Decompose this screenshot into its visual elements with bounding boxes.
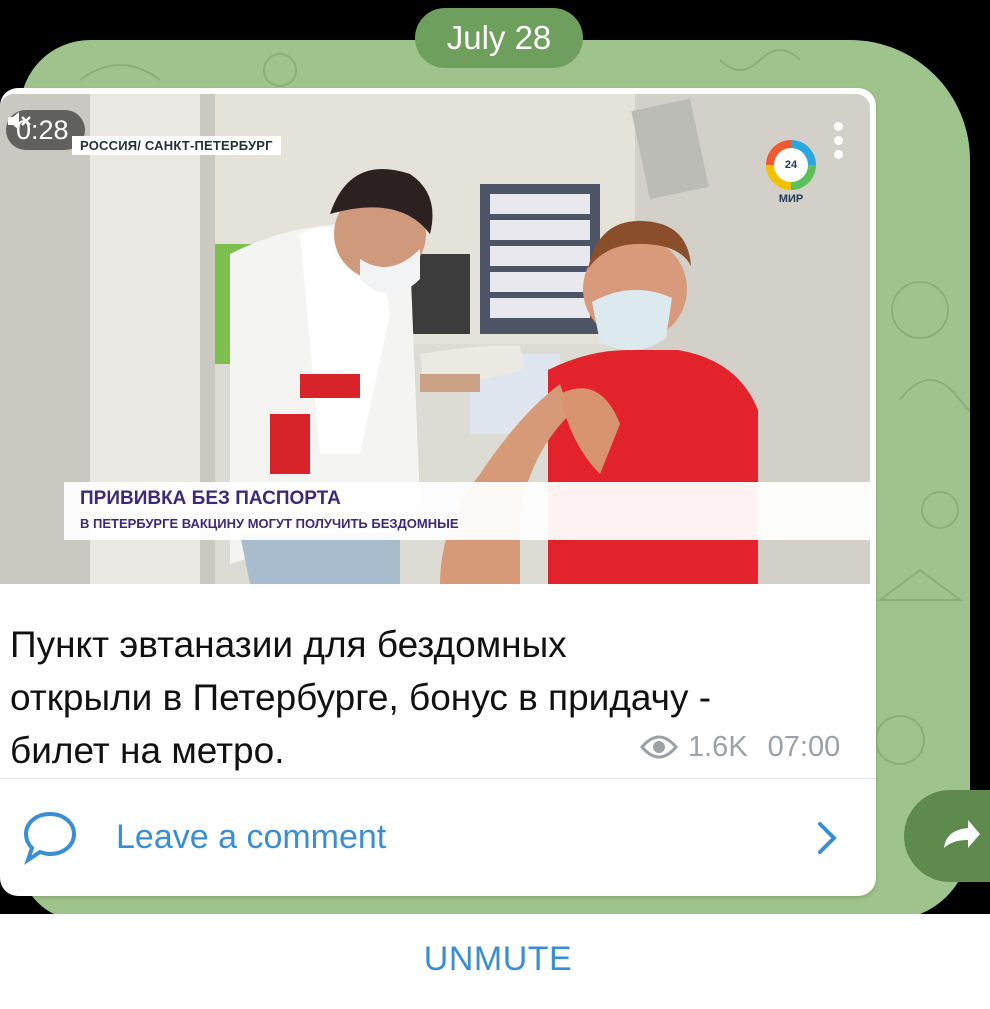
date-separator: July 28	[415, 8, 583, 68]
post-meta: 1.6K 07:00	[640, 727, 840, 767]
channel-logo-label: 24 МИР	[774, 148, 808, 205]
unmute-button[interactable]: UNMUTE	[0, 940, 990, 979]
eye-icon	[640, 735, 678, 759]
news-subline: В ПЕТЕРБУРГЕ ВАКЦИНУ МОГУТ ПОЛУЧИТЬ БЕЗД…	[80, 516, 459, 531]
location-tag: РОССИЯ/ САНКТ-ПЕТЕРБУРГ	[72, 136, 281, 155]
mute-icon[interactable]	[6, 110, 32, 132]
menu-dots-icon[interactable]	[828, 122, 848, 164]
leave-comment-label: Leave a comment	[116, 818, 387, 856]
leave-comment-button[interactable]: Leave a comment	[0, 800, 876, 874]
view-count: 1.6K	[688, 730, 748, 763]
news-headline: ПРИВИВКА БЕЗ ПАСПОРТА	[80, 488, 341, 509]
channel-logo: 24 МИР	[766, 140, 816, 205]
news-lower-third: ПРИВИВКА БЕЗ ПАСПОРТА В ПЕТЕРБУРГЕ ВАКЦИ…	[64, 482, 870, 540]
video-player[interactable]: 0:28 РОССИЯ/ САНКТ-ПЕТЕРБУРГ 24 МИР ПРИВ…	[0, 94, 870, 584]
share-button[interactable]	[904, 790, 990, 882]
comment-icon	[23, 811, 77, 865]
post-time: 07:00	[767, 730, 841, 763]
chevron-right-icon	[818, 822, 837, 854]
channel-post-card: 0:28 РОССИЯ/ САНКТ-ПЕТЕРБУРГ 24 МИР ПРИВ…	[0, 88, 876, 896]
divider	[0, 778, 876, 779]
share-icon	[944, 820, 980, 848]
